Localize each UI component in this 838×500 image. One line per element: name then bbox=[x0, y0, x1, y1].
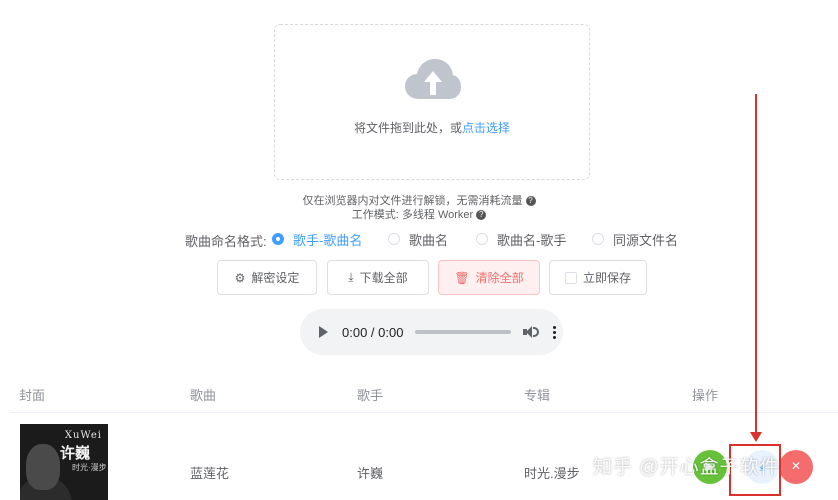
clear-all-label: 清除全部 bbox=[475, 271, 524, 285]
table-divider bbox=[10, 412, 838, 413]
album-name: 时光.漫步 bbox=[524, 466, 580, 481]
download-all-label: 下载全部 bbox=[359, 271, 408, 285]
trash-icon: 🗑 bbox=[454, 270, 470, 285]
radio-title-only[interactable]: 歌曲名 bbox=[388, 230, 448, 248]
play-icon[interactable] bbox=[319, 326, 328, 338]
radio-title-artist[interactable]: 歌曲名-歌手 bbox=[476, 230, 566, 248]
upload-hint: 将文件拖到此处，或点击选择 bbox=[275, 119, 589, 136]
radio-label: 歌曲名 bbox=[409, 232, 449, 248]
cover-artist-name: 许巍 bbox=[60, 445, 91, 462]
radio-source-filename[interactable]: 同源文件名 bbox=[592, 230, 678, 248]
radio-dot bbox=[592, 233, 604, 245]
annotation-arrow-line bbox=[755, 94, 757, 434]
download-all-button[interactable]: ⤓ 下载全部 bbox=[327, 260, 429, 295]
info-work-mode-text: 工作模式: 多线程 Worker bbox=[351, 209, 474, 221]
column-header-song: 歌曲 bbox=[190, 388, 217, 403]
question-icon[interactable]: ? bbox=[476, 210, 487, 221]
song-title: 蓝莲花 bbox=[190, 466, 230, 481]
download-icon: ⤓ bbox=[348, 270, 354, 284]
cover-figure-face bbox=[26, 444, 60, 490]
info-line-work-mode: 工作模式: 多线程 Worker? bbox=[0, 206, 838, 222]
cover-album-title: 时光·漫步 bbox=[72, 463, 107, 472]
radio-label: 同源文件名 bbox=[613, 232, 679, 248]
upload-hint-text: 将文件拖到此处，或 bbox=[353, 121, 462, 135]
delete-icon: ✕ bbox=[790, 459, 802, 473]
click-select-link[interactable]: 点击选择 bbox=[462, 121, 510, 135]
decrypt-settings-button[interactable]: ⚙ 解密设定 bbox=[217, 260, 317, 295]
column-header-actions: 操作 bbox=[692, 388, 719, 403]
decrypt-settings-label: 解密设定 bbox=[251, 271, 300, 285]
naming-format-group: 歌曲命名格式: 歌手-歌曲名 歌曲名 歌曲名-歌手 同源文件名 bbox=[0, 230, 838, 250]
radio-artist-title[interactable]: 歌手-歌曲名 bbox=[272, 230, 362, 248]
album-cover: XuWei 许巍 时光·漫步 bbox=[20, 424, 108, 500]
gear-icon: ⚙ bbox=[234, 270, 246, 285]
column-header-cover: 封面 bbox=[19, 388, 46, 403]
naming-format-label: 歌曲命名格式: bbox=[185, 234, 267, 249]
watermark: 知乎 @开心盒子软件 bbox=[593, 457, 780, 478]
save-now-label: 立即保存 bbox=[582, 271, 631, 285]
artist-name: 许巍 bbox=[357, 466, 384, 481]
audio-player: 0:00 / 0:00 bbox=[300, 309, 563, 355]
radio-label: 歌手-歌曲名 bbox=[293, 232, 363, 248]
question-icon[interactable]: ? bbox=[525, 196, 536, 207]
save-now-toggle[interactable]: 立即保存 bbox=[549, 260, 647, 295]
column-header-album: 专辑 bbox=[524, 388, 551, 403]
radio-label: 歌曲名-歌手 bbox=[497, 232, 567, 248]
radio-dot bbox=[272, 233, 284, 245]
column-header-artist: 歌手 bbox=[357, 388, 384, 403]
delete-button[interactable]: ✕ bbox=[779, 450, 813, 484]
annotation-arrow-head bbox=[750, 432, 762, 442]
cloud-upload-icon bbox=[405, 59, 461, 99]
save-now-checkbox[interactable] bbox=[564, 271, 577, 284]
radio-dot bbox=[476, 233, 488, 245]
progress-slider[interactable] bbox=[415, 330, 512, 334]
clear-all-button[interactable]: 🗑 清除全部 bbox=[438, 260, 540, 295]
volume-icon[interactable] bbox=[523, 325, 540, 339]
upload-dropzone[interactable]: 将文件拖到此处，或点击选择 bbox=[274, 24, 590, 180]
cover-brand: XuWei bbox=[64, 430, 102, 441]
radio-dot bbox=[388, 233, 400, 245]
more-options-icon[interactable] bbox=[553, 325, 557, 339]
playback-time: 0:00 / 0:00 bbox=[342, 324, 404, 340]
